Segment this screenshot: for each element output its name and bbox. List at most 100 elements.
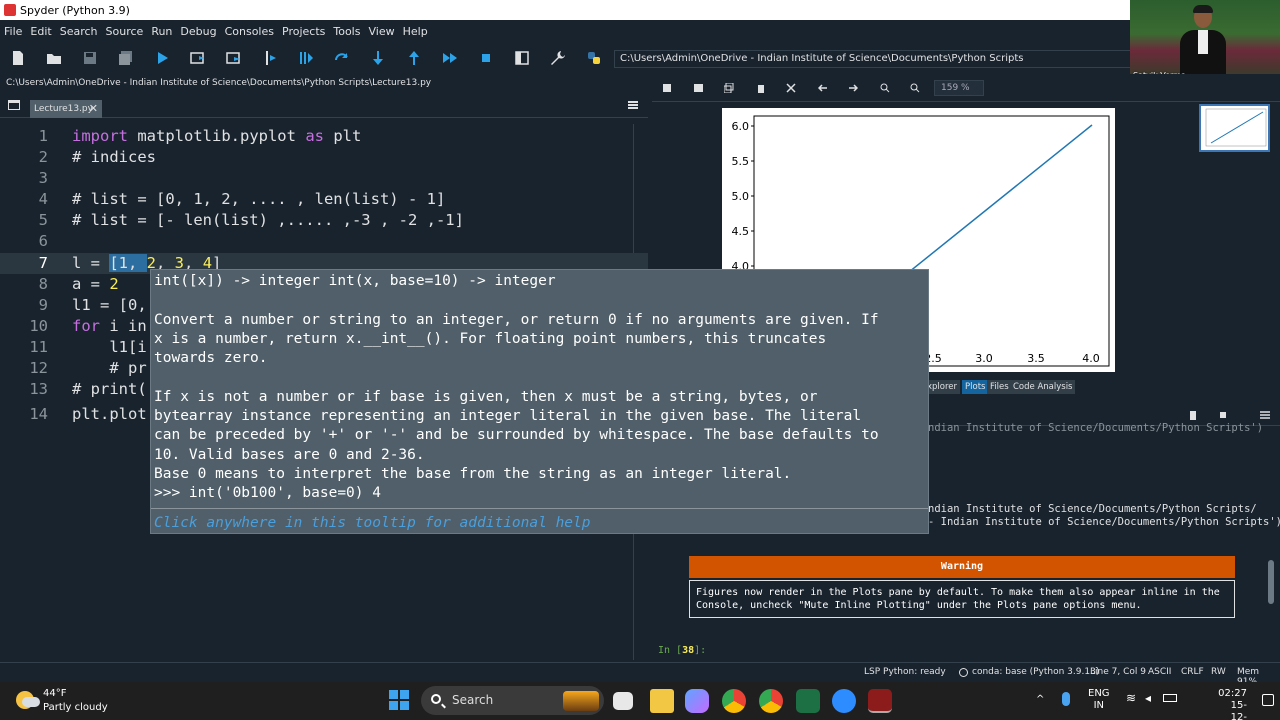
code-line: 3 (0, 168, 648, 189)
editor-options-menu-icon[interactable] (628, 101, 638, 109)
next-plot-icon[interactable] (848, 83, 858, 93)
excel-icon[interactable] (796, 689, 820, 713)
warning-line: Console, uncheck "Mute Inline Plotting" … (696, 600, 1142, 611)
warning-message: Figures now render in the Plots pane by … (689, 580, 1235, 618)
save-plot-icon[interactable] (662, 83, 672, 93)
calltip-tooltip[interactable]: int([x]) -> integer int(x, base=10) -> i… (150, 269, 929, 534)
tooltip-signature: int([x]) -> integer int(x, base=10) -> i… (154, 273, 556, 289)
menu-source[interactable]: Source (106, 25, 144, 38)
menu-tools[interactable]: Tools (333, 25, 360, 38)
run-selection-button[interactable] (252, 44, 288, 72)
save-button[interactable] (72, 44, 108, 72)
run-cell-advance-button[interactable] (216, 44, 252, 72)
console-options-menu-icon[interactable] (1260, 410, 1270, 420)
line-number: 6 (38, 232, 48, 250)
file-explorer-icon[interactable] (650, 689, 674, 713)
lsp-status: LSP Python: ready (864, 667, 946, 677)
console-prompt[interactable]: In [38]: (658, 645, 706, 656)
menu-run[interactable]: Run (151, 25, 172, 38)
step-over-button[interactable] (324, 44, 360, 72)
task-view-icon[interactable] (613, 692, 633, 710)
chevron-up-icon[interactable]: ^ (1036, 694, 1044, 706)
weather-widget[interactable]: 44°F Partly cloudy (14, 687, 134, 717)
x-tick-label: 4.0 (1082, 352, 1100, 365)
code-token: a = (72, 275, 110, 293)
copilot-icon[interactable] (685, 689, 709, 713)
line-number: 3 (38, 169, 48, 187)
windows-start-icon[interactable] (389, 690, 409, 710)
menu-view[interactable]: View (368, 25, 394, 38)
menu-file[interactable]: File (4, 25, 22, 38)
clock-date: 15-12-2024 (1230, 700, 1247, 720)
code-line: 6 (0, 231, 648, 252)
code-token: plt (323, 127, 362, 145)
notification-icon[interactable] (1262, 694, 1274, 706)
debug-button[interactable] (288, 44, 324, 72)
run-file-button[interactable] (144, 44, 180, 72)
working-directory-input[interactable]: C:\Users\Admin\OneDrive - Indian Institu… (614, 50, 1134, 68)
tab-variable-explorer[interactable]: xplorer (924, 380, 961, 394)
copy-plot-icon[interactable] (724, 83, 734, 93)
cursor-position: Line 7, Col 9 (1090, 667, 1146, 677)
code-comment: # print( (72, 380, 147, 398)
taskbar-search-box[interactable]: Search (421, 686, 604, 715)
code-comment: # list = [0, 1, 2, .... , len(list) - 1] (72, 190, 446, 208)
step-into-button[interactable] (360, 44, 396, 72)
tab-plots[interactable]: Plots (962, 380, 989, 394)
save-all-plots-icon[interactable] (694, 83, 704, 93)
line-number: 12 (29, 359, 48, 377)
language-indicator[interactable]: ENG IN (1088, 688, 1110, 712)
tab-files[interactable]: Files (987, 380, 1012, 394)
code-token: 2 (109, 275, 119, 293)
tooltip-text-line: Base 0 means to interpret the base from … (154, 466, 792, 482)
wifi-icon[interactable]: ≋ (1126, 692, 1136, 704)
menu-debug[interactable]: Debug (180, 25, 216, 38)
menu-projects[interactable]: Projects (282, 25, 325, 38)
step-return-button[interactable] (396, 44, 432, 72)
save-all-button[interactable] (108, 44, 144, 72)
zoom-level-field[interactable]: 159 % (934, 80, 984, 96)
title-bar: Spyder (Python 3.9) (0, 0, 1280, 20)
python-path-icon[interactable] (576, 44, 612, 72)
tab-code-analysis[interactable]: Code Analysis (1010, 380, 1076, 394)
menu-help[interactable]: Help (403, 25, 428, 38)
preferences-wrench-icon[interactable] (540, 44, 576, 72)
clock-time: 02:27 (1218, 688, 1247, 699)
stop-button[interactable] (468, 44, 504, 72)
maximize-pane-button[interactable] (504, 44, 540, 72)
volume-icon[interactable]: ◂ (1145, 692, 1151, 704)
microphone-icon[interactable] (1062, 692, 1070, 706)
continue-button[interactable] (432, 44, 468, 72)
new-file-button[interactable] (0, 44, 36, 72)
zoom-out-icon[interactable] (910, 83, 920, 93)
y-tick-label: 4.5 (732, 225, 750, 238)
menu-search[interactable]: Search (60, 25, 98, 38)
zoom-icon[interactable] (832, 689, 856, 713)
code-token: import (72, 127, 128, 145)
previous-plot-icon[interactable] (818, 83, 828, 93)
tooltip-text-line: towards zero. (154, 350, 268, 366)
console-scrollbar[interactable] (1268, 560, 1274, 604)
tooltip-help-link[interactable]: Click anywhere in this tooltip for addit… (154, 514, 591, 533)
spyder-taskbar-icon[interactable] (868, 689, 892, 713)
stop-console-icon[interactable] (1218, 410, 1228, 420)
code-comment: # pr (72, 359, 147, 377)
battery-icon[interactable] (1163, 694, 1177, 702)
run-cell-button[interactable] (180, 44, 216, 72)
open-file-button[interactable] (36, 44, 72, 72)
remove-all-plots-icon[interactable] (786, 83, 796, 93)
chrome-icon[interactable] (722, 689, 746, 713)
prompt-prefix: In [ (658, 645, 683, 656)
tab-lecture13[interactable]: Lecture13.py ✕ (30, 100, 102, 118)
menu-edit[interactable]: Edit (30, 25, 51, 38)
zoom-in-icon[interactable] (880, 83, 890, 93)
remove-plot-icon[interactable] (756, 83, 766, 93)
chrome-profile-icon[interactable] (759, 689, 783, 713)
webcam-overlay: Satvik Verma (1130, 0, 1280, 84)
menu-consoles[interactable]: Consoles (225, 25, 274, 38)
close-tab-icon[interactable]: ✕ (89, 100, 98, 118)
browse-tabs-icon[interactable] (8, 100, 20, 110)
clock[interactable]: 02:2715-12-2024 (1215, 688, 1247, 720)
plot-thumbnail[interactable] (1199, 104, 1270, 152)
remove-variables-icon[interactable] (1188, 410, 1198, 420)
